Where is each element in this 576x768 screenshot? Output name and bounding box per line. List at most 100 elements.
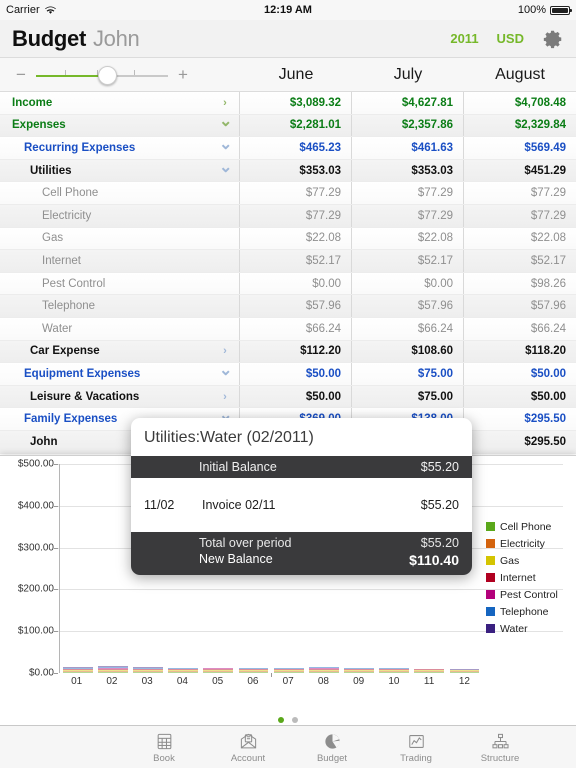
slider-knob[interactable] [98,65,118,85]
chevron-right-icon[interactable]: › [219,391,231,403]
tab-budget[interactable]: Budget [290,731,374,764]
row-value-cell[interactable]: $75.00 [352,363,464,385]
column-header-month[interactable]: June [240,66,352,84]
chevron-down-icon[interactable]: ⌄ [219,114,232,130]
row-value-cell[interactable]: $50.00 [464,363,576,385]
column-header-month[interactable]: August [464,66,576,84]
row-value-cell[interactable]: $353.03 [352,159,464,182]
row-value-cell[interactable]: $22.08 [464,228,576,250]
legend-item[interactable]: Pest Control [486,586,572,603]
zoom-out-button[interactable]: − [14,66,28,83]
legend-item[interactable]: Cell Phone [486,518,572,535]
page-dot[interactable] [278,717,284,723]
legend-item[interactable]: Electricity [486,535,572,552]
row-value-cell[interactable]: $112.20 [240,340,352,363]
row-value-cell[interactable]: $50.00 [464,386,576,408]
currency-selector[interactable]: USD [497,31,524,46]
table-row[interactable]: Utilities ⌄ $353.03 $353.03 $451.29 [0,159,576,183]
gear-icon[interactable] [542,28,564,50]
chevron-down-icon[interactable]: ⌄ [219,136,232,152]
table-row[interactable]: Pest Control $0.00 $0.00 $98.26 [0,272,576,296]
table-row[interactable]: Equipment Expenses ⌄ $50.00 $75.00 $50.00 [0,362,576,386]
row-value-cell[interactable]: $451.29 [464,160,576,182]
row-value-cell[interactable]: $98.26 [464,273,576,295]
row-value-cell[interactable]: $295.50 [464,408,576,430]
table-row[interactable]: Gas $22.08 $22.08 $22.08 [0,227,576,251]
row-value-cell[interactable]: $66.24 [352,317,464,340]
year-selector[interactable]: 2011 [450,31,478,46]
stacked-bar[interactable] [97,666,128,673]
row-value-cell[interactable]: $57.96 [240,295,352,317]
chevron-right-icon[interactable]: › [219,345,231,357]
legend-item[interactable]: Internet [486,569,572,586]
table-row[interactable]: Car Expense › $112.20 $108.60 $118.20 [0,340,576,364]
row-label-cell[interactable]: Expenses ⌄ [0,114,240,137]
row-label-cell[interactable]: Income › [0,92,240,114]
row-value-cell[interactable]: $4,708.48 [464,92,576,114]
row-value-cell[interactable]: $77.29 [352,204,464,227]
row-value-cell[interactable]: $50.00 [240,363,352,385]
row-value-cell[interactable]: $57.96 [464,295,576,317]
table-row[interactable]: Income › $3,089.32 $4,627.81 $4,708.48 [0,92,576,115]
row-value-cell[interactable]: $22.08 [240,227,352,250]
row-value-cell[interactable]: $52.17 [240,250,352,272]
tab-account[interactable]: Account [206,731,290,764]
row-label-cell[interactable]: Leisure & Vacations › [0,385,240,408]
bar-column[interactable] [60,464,95,673]
row-value-cell[interactable]: $3,089.32 [240,92,352,114]
bar-column[interactable] [95,464,130,673]
row-value-cell[interactable]: $353.03 [240,159,352,182]
row-label-cell[interactable]: Cell Phone [0,182,240,204]
row-label-cell[interactable]: Recurring Expenses ⌄ [0,136,240,159]
row-value-cell[interactable]: $52.17 [464,250,576,272]
chevron-down-icon[interactable]: ⌄ [219,362,232,378]
row-label-cell[interactable]: Gas [0,227,240,250]
tab-book[interactable]: Book [122,731,206,764]
row-value-cell[interactable]: $66.24 [464,318,576,340]
row-label-cell[interactable]: Water [0,317,240,340]
row-value-cell[interactable]: $77.29 [464,205,576,227]
row-value-cell[interactable]: $2,281.01 [240,114,352,137]
row-label-cell[interactable]: Telephone [0,295,240,317]
table-row[interactable]: Internet $52.17 $52.17 $52.17 [0,250,576,273]
tab-trading[interactable]: Trading [374,731,458,764]
row-value-cell[interactable]: $569.49 [464,137,576,159]
row-value-cell[interactable]: $2,357.86 [352,114,464,137]
legend-item[interactable]: Water [486,620,572,637]
row-value-cell[interactable]: $118.20 [464,341,576,363]
row-value-cell[interactable]: $108.60 [352,340,464,363]
table-row[interactable]: Telephone $57.96 $57.96 $57.96 [0,295,576,318]
row-value-cell[interactable]: $22.08 [352,227,464,250]
row-label-cell[interactable]: Utilities ⌄ [0,159,240,182]
row-value-cell[interactable]: $77.29 [240,204,352,227]
chevron-right-icon[interactable]: › [219,97,231,109]
chevron-down-icon[interactable]: ⌄ [219,159,232,175]
row-value-cell[interactable]: $0.00 [352,272,464,295]
legend-item[interactable]: Gas [486,552,572,569]
row-value-cell[interactable]: $295.50 [464,431,576,453]
row-value-cell[interactable]: $461.63 [352,137,464,159]
row-value-cell[interactable]: $75.00 [352,385,464,408]
table-row[interactable]: Leisure & Vacations › $50.00 $75.00 $50.00 [0,385,576,409]
row-label-cell[interactable]: Equipment Expenses ⌄ [0,362,240,385]
table-row[interactable]: Cell Phone $77.29 $77.29 $77.29 [0,182,576,205]
row-label-cell[interactable]: Car Expense › [0,340,240,363]
row-value-cell[interactable]: $77.29 [464,182,576,204]
table-row[interactable]: Electricity $77.29 $77.29 $77.29 [0,204,576,228]
table-row[interactable]: Recurring Expenses ⌄ $465.23 $461.63 $569.49 [0,136,576,160]
row-value-cell[interactable]: $4,627.81 [352,92,464,114]
zoom-in-button[interactable]: + [176,66,190,83]
page-indicator[interactable] [0,717,576,723]
row-label-cell[interactable]: Pest Control [0,272,240,295]
row-value-cell[interactable]: $0.00 [240,272,352,295]
row-value-cell[interactable]: $77.29 [240,182,352,204]
transaction-row[interactable]: 11/02 Invoice 02/11 $55.20 [131,493,472,517]
row-value-cell[interactable]: $52.17 [352,250,464,272]
table-row[interactable]: Expenses ⌄ $2,281.01 $2,357.86 $2,329.84 [0,114,576,138]
row-label-cell[interactable]: Electricity [0,204,240,227]
row-value-cell[interactable]: $2,329.84 [464,115,576,137]
row-value-cell[interactable]: $465.23 [240,137,352,159]
column-header-month[interactable]: July [352,66,464,84]
row-label-cell[interactable]: Internet [0,250,240,272]
row-value-cell[interactable]: $50.00 [240,385,352,408]
